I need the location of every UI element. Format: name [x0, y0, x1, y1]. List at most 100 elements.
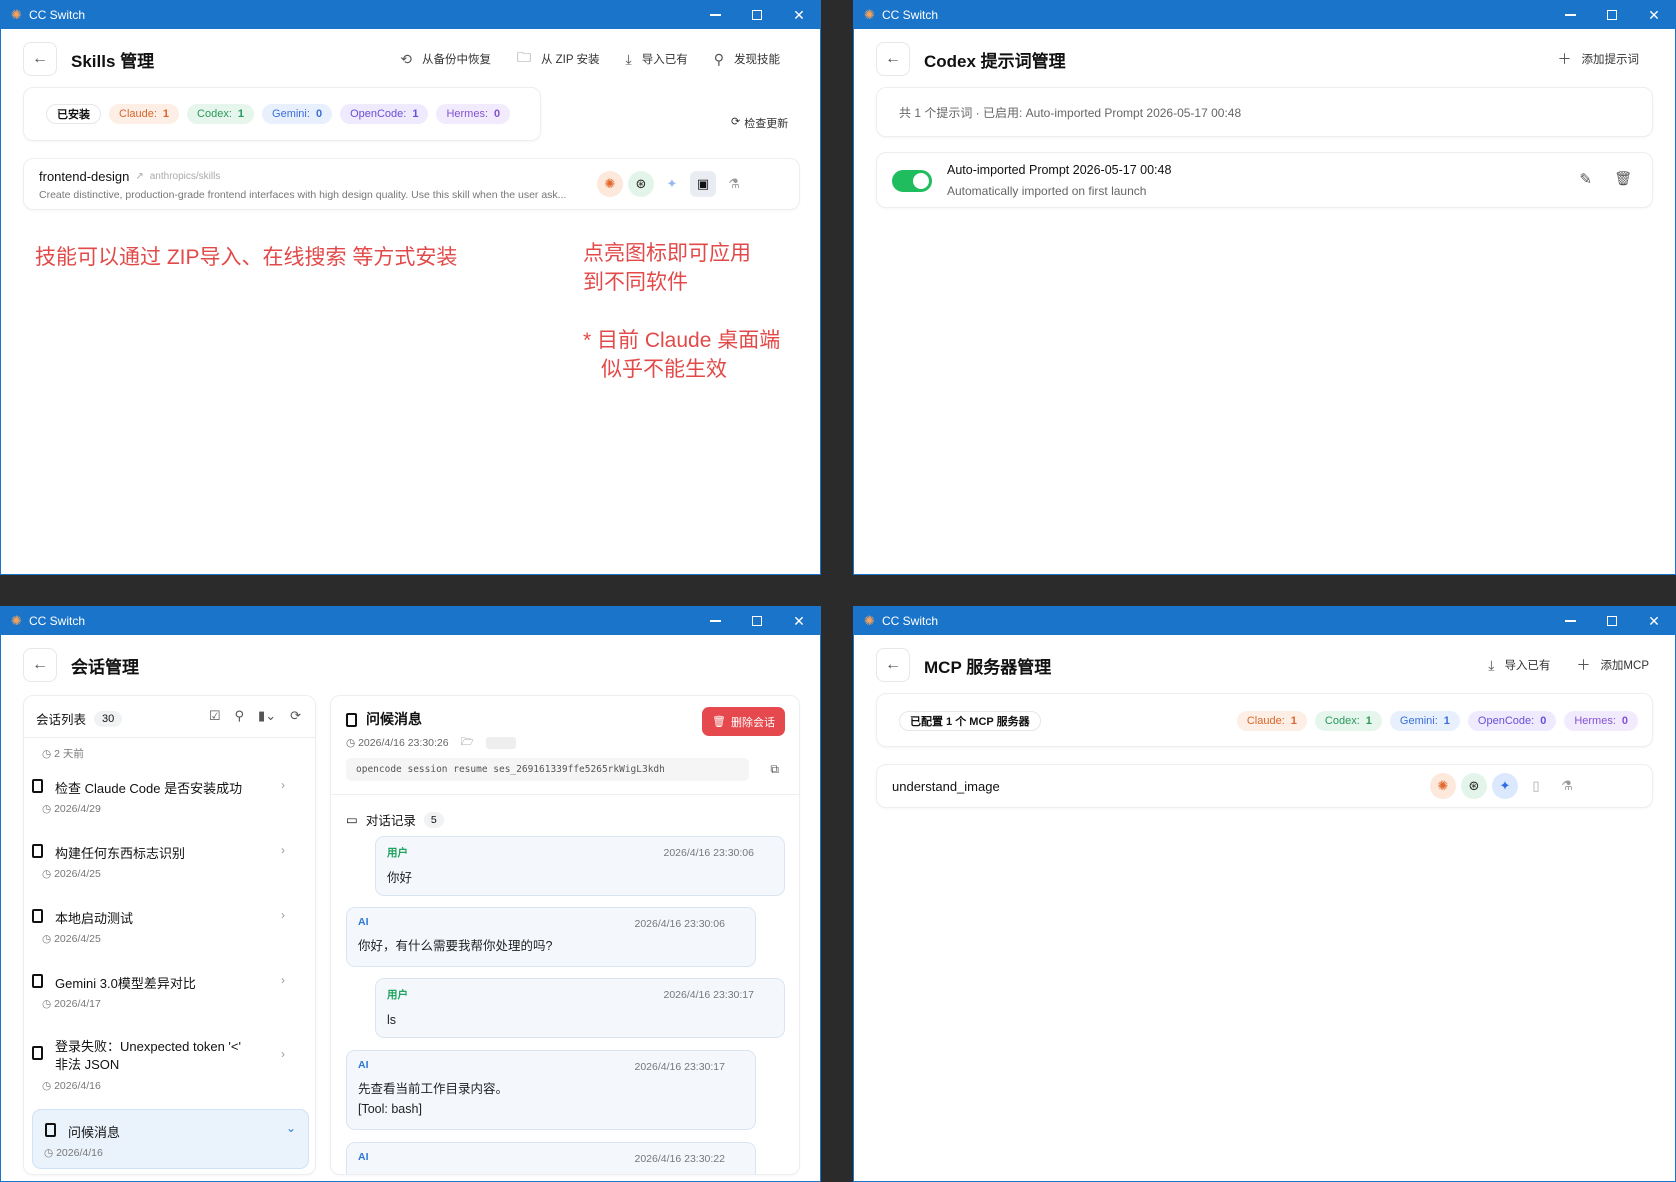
clock-icon: ◷ — [42, 748, 52, 760]
session-list-label: 会话列表 — [36, 713, 87, 727]
plus-icon: ＋ — [1576, 657, 1591, 673]
skill-description: Create distinctive, production-grade fro… — [39, 189, 567, 201]
gemini-app-icon[interactable]: ✦ — [1492, 773, 1518, 799]
copy-icon[interactable]: ⧉ — [770, 762, 779, 777]
opencode-app-icon[interactable]: ▯ — [1523, 773, 1549, 799]
import-existing-button[interactable]: ⤓ 导入已有 — [626, 51, 688, 68]
prompt-enabled-toggle[interactable] — [892, 170, 932, 192]
edit-icon[interactable]: ✎ — [1579, 170, 1592, 188]
claude-count-pill: Claude: 1 — [109, 104, 180, 124]
prompt-row[interactable]: Auto-imported Prompt 2026-05-17 00:48 Au… — [876, 152, 1653, 208]
mcp-window: ✺ CC Switch ✕ ← MCP 服务器管理 ⤓ 导入已有 ＋添加MCP 已… — [853, 606, 1676, 1182]
maximize-button[interactable] — [1591, 607, 1633, 635]
prompt-description: Automatically imported on first launch — [947, 184, 1147, 198]
claude-app-icon[interactable]: ✺ — [597, 171, 623, 197]
session-count-badge: 30 — [94, 710, 123, 727]
session-item[interactable]: Gemini 3.0模型差异对比 ◷ 2026/4/17 › — [32, 973, 295, 1010]
minimize-button[interactable] — [694, 1, 736, 29]
import-existing-button[interactable]: ⤓ 导入已有 — [1488, 657, 1550, 674]
title-bar[interactable]: ✺ CC Switch ✕ — [854, 607, 1675, 635]
download-icon: ⤓ — [1488, 656, 1495, 673]
window-title: CC Switch — [29, 8, 86, 22]
message-user: 用户 2026/4/16 23:30:06 你好 — [375, 836, 785, 896]
skill-row[interactable]: frontend-design ↗ anthropics/skills Crea… — [23, 158, 800, 210]
window-title: CC Switch — [29, 614, 86, 628]
opencode-icon — [32, 1046, 43, 1060]
opencode-icon — [32, 844, 43, 858]
check-updates-button[interactable]: ⟳ 检查更新 — [731, 115, 788, 131]
opencode-icon — [45, 1123, 56, 1137]
skills-summary-card: 已安装 Claude: 1 Codex: 1 Gemini: 0 OpenCode: 1… — [23, 87, 541, 141]
minimize-button[interactable] — [1549, 607, 1591, 635]
close-button[interactable]: ✕ — [778, 607, 820, 635]
session-item-selected[interactable]: 问候消息 ◷ 2026/4/16 ⌄ — [32, 1109, 309, 1169]
folder-icon: 🗁 — [460, 736, 474, 748]
close-button[interactable]: ✕ — [1633, 1, 1675, 29]
minimize-button[interactable] — [694, 607, 736, 635]
session-item[interactable]: 构建任何东西标志识别 ◷ 2026/4/25 › — [32, 843, 295, 880]
clock-icon: ◷ — [42, 933, 52, 945]
title-bar[interactable]: ✺ CC Switch ✕ — [1, 607, 820, 635]
app-logo-icon: ✺ — [11, 7, 22, 22]
hermes-app-icon[interactable]: ⚗ — [1554, 773, 1580, 799]
clock-icon: ◷ — [42, 998, 52, 1010]
gemini-count-pill: Gemini: 0 — [262, 104, 333, 124]
window-title: CC Switch — [882, 8, 939, 22]
download-icon: ⤓ — [625, 50, 632, 67]
install-zip-button[interactable]: 🗀 从 ZIP 安装 — [517, 47, 600, 71]
arrow-left-icon: ← — [885, 656, 901, 673]
search-icon: ⚲ — [713, 50, 724, 67]
skill-name: frontend-design — [39, 169, 130, 184]
maximize-button[interactable] — [736, 607, 778, 635]
installed-badge: 已安装 — [46, 104, 101, 124]
title-bar[interactable]: ✺ CC Switch ✕ — [1, 1, 820, 29]
session-item[interactable]: 本地启动测试 ◷ 2026/4/25 › — [32, 908, 295, 945]
page-title: Skills 管理 — [71, 51, 155, 71]
chevron-right-icon: › — [281, 973, 285, 987]
session-item[interactable]: 检查 Claude Code 是否安装成功 ◷ 2026/4/29 › — [32, 778, 295, 815]
chevron-right-icon: › — [281, 1047, 285, 1061]
codex-app-icon[interactable]: ⊛ — [628, 171, 654, 197]
discover-skills-button[interactable]: ⚲ 发现技能 — [714, 51, 780, 68]
arrow-left-icon: ← — [32, 656, 48, 673]
gemini-app-icon[interactable]: ✦ — [659, 171, 685, 197]
minimize-button[interactable] — [1549, 1, 1591, 29]
search-icon[interactable]: ⚲ — [235, 708, 245, 724]
clock-icon: ◷ — [42, 868, 52, 880]
filter-app-dropdown[interactable]: ▮⌄ — [258, 708, 276, 724]
maximize-button[interactable] — [1591, 1, 1633, 29]
chevron-down-icon: ⌄ — [285, 1121, 296, 1135]
gemini-count-pill: Gemini: 1 — [1389, 711, 1460, 731]
mcp-server-row[interactable]: understand_image ✺ ⊛ ✦ ▯ ⚗ — [876, 764, 1653, 808]
close-button[interactable]: ✕ — [1633, 607, 1675, 635]
close-button[interactable]: ✕ — [778, 1, 820, 29]
external-link-icon[interactable]: ↗ — [135, 171, 143, 182]
prompts-summary: 共 1 个提示词 · 已启用: Auto-imported Prompt 202… — [876, 87, 1653, 137]
delete-session-button[interactable]: 🗑 删除会话 — [702, 707, 785, 736]
add-mcp-button[interactable]: ＋添加MCP — [1576, 655, 1649, 675]
select-icon[interactable]: ☑ — [209, 708, 221, 724]
claude-app-icon[interactable]: ✺ — [1430, 773, 1456, 799]
configured-badge: 已配置 1 个 MCP 服务器 — [899, 711, 1041, 731]
add-prompt-button[interactable]: ＋添加提示词 — [1558, 49, 1640, 69]
mcp-summary-card: 已配置 1 个 MCP 服务器 Claude: 1 Codex: 1 Gemini:… — [876, 693, 1653, 747]
refresh-icon[interactable]: ⟳ — [290, 708, 301, 724]
back-button[interactable]: ← — [23, 42, 57, 76]
chevron-right-icon: › — [281, 908, 285, 922]
history-icon: ⟲ — [400, 50, 412, 67]
title-bar[interactable]: ✺ CC Switch ✕ — [854, 1, 1675, 29]
session-item[interactable]: 登录失败：Unexpected token '<' 非法 JSON ◷ 2026… — [32, 1038, 295, 1092]
maximize-button[interactable] — [736, 1, 778, 29]
folder-plus-icon: 🗀 — [516, 49, 531, 65]
restore-backup-button[interactable]: ⟲ 从备份中恢复 — [400, 51, 491, 68]
codex-app-icon[interactable]: ⊛ — [1461, 773, 1487, 799]
opencode-app-icon[interactable]: ▣ — [690, 171, 716, 197]
back-button[interactable]: ← — [23, 648, 57, 682]
hermes-app-icon[interactable]: ⚗ — [721, 171, 747, 197]
claude-count-pill: Claude: 1 — [1236, 711, 1307, 731]
back-button[interactable]: ← — [876, 42, 910, 76]
opencode-count-pill: OpenCode: 1 — [340, 104, 429, 124]
back-button[interactable]: ← — [876, 648, 910, 682]
trash-icon[interactable]: 🗑 — [1614, 170, 1632, 187]
clock-icon: ◷ — [44, 1147, 54, 1159]
